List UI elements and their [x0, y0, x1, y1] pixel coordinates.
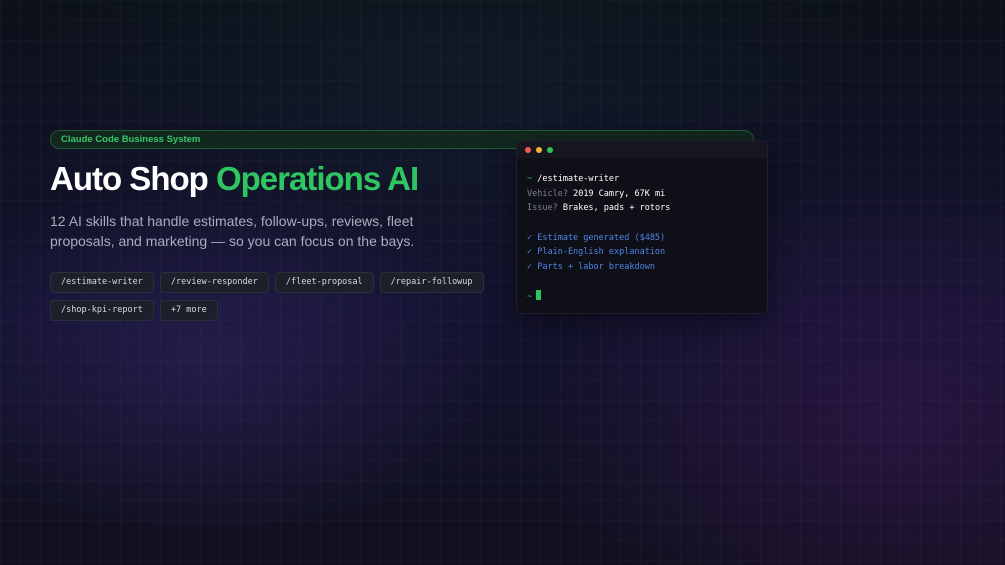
vehicle-value: 2019 Camry, 67K mi: [573, 188, 666, 199]
title-accent: Operations AI: [215, 160, 419, 197]
minimize-dot-icon[interactable]: [536, 147, 542, 153]
issue-label: Issue?: [527, 203, 558, 214]
skill-chip-review-responder[interactable]: /review-responder: [159, 272, 269, 293]
close-dot-icon[interactable]: [525, 147, 531, 153]
terminal-cursor: [536, 289, 542, 300]
skill-chip-repair-followup[interactable]: /repair-followup: [379, 272, 484, 293]
vehicle-label: Vehicle?: [527, 188, 568, 199]
page-title: Auto Shop Operations AI: [50, 160, 419, 198]
result-explanation-line: ✓ Plain-English explanation: [527, 247, 666, 258]
terminal-window: ~ /estimate-writer Vehicle? 2019 Camry, …: [516, 140, 768, 314]
terminal-issue-line: Issue? Brakes, pads + rotors: [527, 201, 757, 216]
terminal-title-bar: [517, 141, 767, 158]
maximize-dot-icon[interactable]: [547, 147, 553, 153]
terminal-input-line[interactable]: ~: [527, 289, 757, 305]
terminal-command-line: ~ /estimate-writer: [527, 172, 757, 187]
result-breakdown-line: ✓ Parts + labor breakdown: [527, 262, 655, 273]
hero-subtitle: 12 AI skills that handle estimates, foll…: [50, 213, 415, 249]
result-estimate-line: ✓ Estimate generated ($485): [527, 232, 666, 243]
prompt-symbol: ~: [527, 291, 533, 302]
prompt-symbol: ~: [527, 174, 533, 184]
issue-value: Brakes, pads + rotors: [562, 203, 671, 214]
terminal-body: ~ /estimate-writer Vehicle? 2019 Camry, …: [517, 158, 767, 304]
terminal-command: /estimate-writer: [537, 174, 620, 184]
skill-chip-list: /estimate-writer /review-responder /flee…: [50, 272, 490, 321]
skill-chip-shop-kpi-report[interactable]: /shop-kpi-report: [50, 300, 154, 321]
more-skills-chip[interactable]: +7 more: [159, 300, 218, 321]
skill-chip-estimate-writer[interactable]: /estimate-writer: [50, 272, 154, 293]
terminal-vehicle-line: Vehicle? 2019 Camry, 67K mi: [527, 187, 757, 202]
title-main: Auto Shop: [50, 160, 209, 197]
skill-chip-fleet-proposal[interactable]: /fleet-proposal: [274, 272, 374, 293]
